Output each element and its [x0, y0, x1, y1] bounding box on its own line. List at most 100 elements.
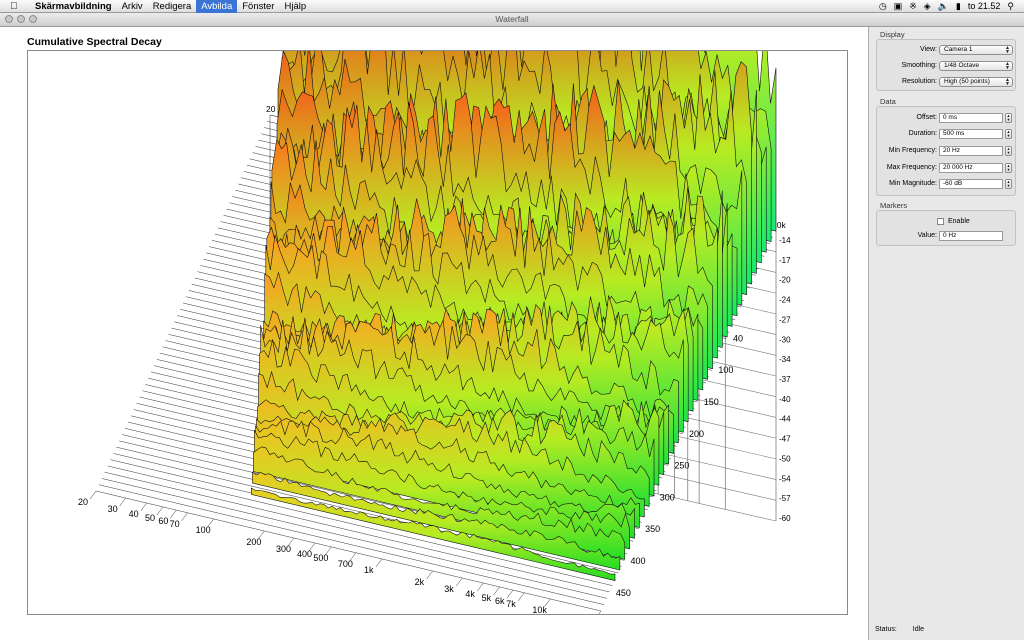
time-tick-label: 150: [704, 397, 719, 407]
duration-stepper[interactable]: ▲ ▼: [1005, 129, 1012, 139]
front-frequency-tick-label: 20: [78, 497, 88, 507]
front-frequency-tick-label: 100: [196, 525, 211, 535]
markers-group: Enable Value: 0 Hz: [876, 210, 1016, 246]
front-frequency-tick: [375, 558, 383, 568]
front-frequency-tick: [477, 582, 484, 592]
enable-checkbox[interactable]: [937, 217, 944, 225]
data-group: Offset: 0 ms ▲ ▼ Duration: 500 ms ▲ ▼ Min …: [876, 106, 1016, 196]
time-tick-label: 40: [733, 333, 743, 343]
clock[interactable]: to 21.52: [968, 0, 1001, 13]
duration-field[interactable]: 500 ms: [939, 129, 1003, 139]
time-tick-label: 400: [630, 556, 645, 566]
max-frequency-field[interactable]: 20 000 Hz: [939, 163, 1003, 173]
smoothing-popup[interactable]: 1/48 Octave ▲ ▼: [939, 61, 1013, 71]
front-frequency-tick-label: 300: [276, 544, 291, 554]
front-frequency-tick-label: 10k: [532, 605, 547, 615]
waterfall-plot[interactable]: 2030405060701002003004005007001k2k3k4k5k…: [27, 50, 848, 615]
magnitude-tick-label: -60: [779, 514, 791, 523]
chart-title: Cumulative Spectral Decay: [27, 36, 162, 48]
menu-fonster[interactable]: Fönster: [237, 0, 279, 13]
magnitude-tick-label: -40: [779, 395, 791, 404]
offset-field[interactable]: 0 ms: [939, 113, 1003, 123]
display-icon[interactable]: ▣: [894, 0, 903, 13]
min-frequency-field[interactable]: 20 Hz: [939, 146, 1003, 156]
menu-hjalp[interactable]: Hjälp: [279, 0, 311, 13]
min-frequency-stepper[interactable]: ▲ ▼: [1005, 146, 1012, 156]
battery-icon[interactable]: ▮: [956, 0, 961, 13]
max-frequency-label: Max Frequency:: [886, 164, 937, 171]
front-frequency-tick-label: 2k: [415, 577, 425, 587]
front-frequency-tick-label: 3k: [444, 584, 454, 594]
resolution-label: Resolution:: [901, 78, 937, 85]
data-section-title: Data: [880, 97, 896, 106]
status-value: Idle: [912, 626, 925, 633]
min-magnitude-field[interactable]: -60 dB: [939, 179, 1003, 189]
volume-icon[interactable]: 🔈: [938, 0, 949, 13]
front-frequency-tick: [170, 509, 177, 519]
spotlight-icon[interactable]: ⚲: [1007, 0, 1014, 13]
display-section-title: Display: [880, 30, 905, 39]
apple-menu-icon[interactable]: : [10, 0, 18, 13]
magnitude-tick-label: -57: [779, 494, 791, 503]
menu-arkiv[interactable]: Arkiv: [117, 0, 148, 13]
menu-bar:  Skärmavbildning Arkiv Redigera Avbilda…: [0, 0, 1024, 13]
waterfall-svg[interactable]: 2030405060701002003004005007001k2k3k4k5k…: [28, 51, 848, 615]
front-frequency-tick: [156, 506, 164, 516]
markers-section-title: Markers: [880, 201, 908, 210]
wifi-icon[interactable]: ◈: [924, 0, 931, 13]
popup-arrows-icon: ▲ ▼: [1005, 77, 1010, 87]
duration-label: Duration:: [908, 130, 937, 137]
magnitude-tick-label: -20: [779, 276, 791, 285]
front-frequency-tick-label: 6k: [495, 596, 505, 606]
min-magnitude-stepper[interactable]: ▲ ▼: [1005, 179, 1012, 189]
front-frequency-tick-label: 5k: [482, 593, 492, 603]
front-frequency-tick-label: 7k: [506, 599, 516, 609]
time-tick-label: 100: [718, 365, 733, 375]
time-tick-label: 250: [674, 461, 689, 471]
min-magnitude-label: Min Magnitude:: [889, 180, 937, 187]
enable-label: Enable: [948, 217, 970, 225]
time-tick-label: 350: [645, 524, 660, 534]
front-frequency-tick-label: 40: [129, 509, 139, 519]
popup-arrows-icon: ▲ ▼: [1005, 61, 1010, 71]
front-frequency-tick-label: 4k: [465, 589, 475, 599]
back-frequency-tick-label: 20: [266, 104, 276, 114]
front-frequency-tick: [181, 512, 188, 521]
magnitude-tick-label: -47: [779, 435, 791, 444]
display-group: View: Camera 1 ▲ ▼ Smoothing: 1/48 Octave ▲…: [876, 39, 1016, 91]
bluetooth-icon[interactable]: ※: [909, 0, 917, 13]
front-frequency-tick-label: 50: [145, 513, 155, 523]
time-machine-icon[interactable]: ◷: [879, 0, 887, 13]
front-frequency-tick: [518, 592, 525, 601]
min-frequency-label: Min Frequency:: [888, 147, 937, 154]
time-tick-label: 300: [660, 492, 675, 502]
offset-label: Offset:: [916, 114, 938, 121]
plot-area: Cumulative Spectral Decay 20 30 40 506070 10…: [0, 27, 868, 640]
max-frequency-stepper[interactable]: ▲ ▼: [1005, 163, 1012, 173]
front-frequency-tick-label: 700: [338, 559, 353, 569]
front-frequency-tick: [598, 610, 602, 614]
view-label: View:: [920, 46, 937, 53]
offset-stepper[interactable]: ▲ ▼: [1005, 113, 1012, 123]
time-tick-label: 200: [689, 429, 704, 439]
magnitude-tick-label: -27: [779, 315, 791, 324]
settings-panel: Display View: Camera 1 ▲ ▼ Smoothing: 1/48…: [868, 27, 1024, 640]
front-frequency-tick-label: 400: [297, 549, 312, 559]
front-frequency-tick: [140, 502, 147, 512]
resolution-popup[interactable]: High (50 points) ▲ ▼: [939, 77, 1013, 87]
magnitude-tick-label: -14: [779, 236, 791, 245]
view-popup[interactable]: Camera 1 ▲ ▼: [939, 45, 1013, 55]
front-frequency-tick: [506, 589, 514, 599]
marker-value-field[interactable]: 0 Hz: [939, 231, 1003, 241]
status-label: Status:: [875, 626, 897, 633]
menu-app-name[interactable]: Skärmavbildning: [30, 0, 117, 13]
menu-avbilda[interactable]: Avbilda: [196, 0, 238, 13]
magnitude-tick-label: -50: [779, 454, 791, 463]
magnitude-tick-label: -34: [779, 355, 791, 364]
popup-arrows-icon: ▲ ▼: [1005, 45, 1010, 55]
magnitude-tick-label: -30: [779, 335, 791, 344]
magnitude-tick-label: -37: [779, 375, 791, 384]
front-frequency-tick: [493, 586, 500, 596]
front-frequency-tick: [426, 570, 433, 580]
menu-redigera[interactable]: Redigera: [148, 0, 197, 13]
